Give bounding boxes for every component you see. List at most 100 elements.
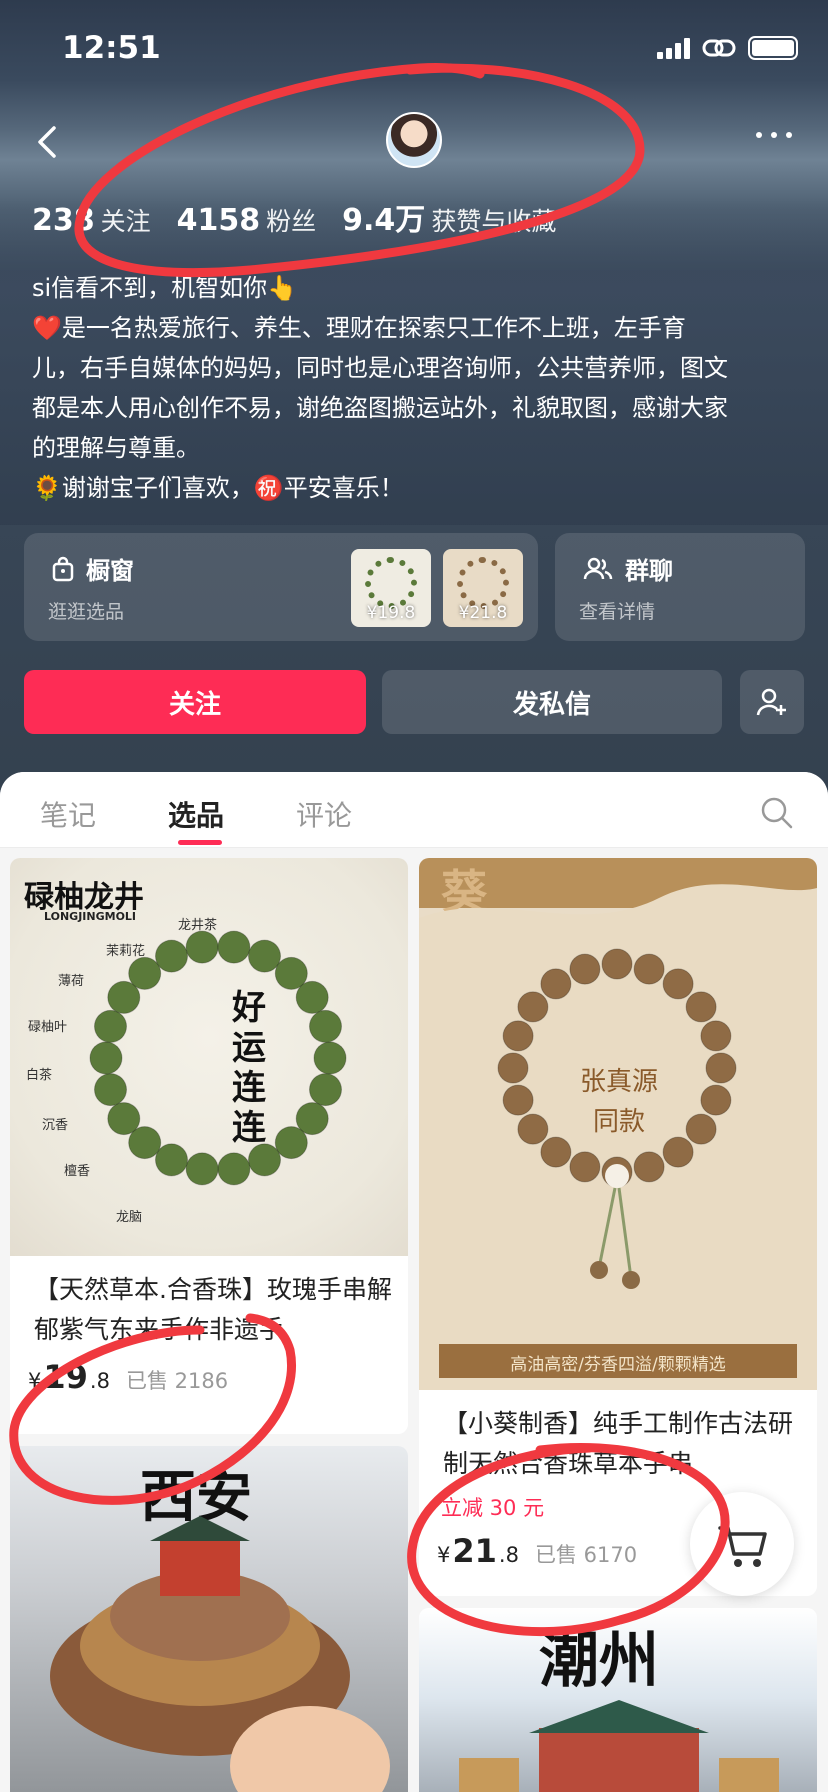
tab-products[interactable]: 选品	[168, 794, 224, 834]
product-card[interactable]: 碌柚龙井 LONGJINGMOLI 龙井茶 茉莉花 薄荷 碌柚叶 白茶 沉香 檀…	[10, 858, 408, 1434]
add-friend-icon	[756, 688, 786, 716]
bead	[185, 1152, 219, 1186]
bead	[517, 991, 549, 1023]
shop-thumb-1[interactable]: ¥19.8	[351, 549, 431, 627]
bead	[540, 1136, 572, 1168]
follow-button[interactable]: 关注	[24, 670, 366, 734]
stat-following-count: 238	[32, 203, 95, 238]
shop-thumb-1-price: ¥19.8	[366, 603, 416, 623]
product-price: ¥19.8 已售 2186	[28, 1358, 228, 1396]
shop-window-label: 橱窗	[86, 557, 134, 585]
stat-following[interactable]: 238 关注	[32, 202, 151, 238]
product-image: 碌柚龙井 LONGJINGMOLI 龙井茶 茉莉花 薄荷 碌柚叶 白茶 沉香 檀…	[10, 858, 408, 1256]
profile-tabs: 笔记 选品 评论	[0, 772, 828, 848]
bio-line: si信看不到，机智如你👆	[32, 274, 298, 302]
more-options-icon[interactable]	[756, 132, 792, 138]
bead	[94, 1073, 127, 1107]
link-icon	[702, 39, 736, 57]
status-bar: 12:51	[0, 0, 828, 100]
stat-followers-count: 4158	[176, 203, 261, 238]
bead	[700, 1020, 732, 1052]
bead	[295, 980, 329, 1014]
stat-followers[interactable]: 4158 粉丝	[177, 202, 317, 238]
shopping-bag-icon	[52, 556, 74, 581]
bead	[502, 1084, 534, 1116]
avatar[interactable]	[386, 112, 442, 168]
price-integer: 19	[43, 1358, 88, 1396]
bead	[705, 1052, 737, 1084]
cart-button[interactable]	[690, 1492, 794, 1596]
bracelet-thumb-image	[365, 557, 417, 609]
price-currency: ¥	[437, 1543, 451, 1567]
shop-window-title: 橱窗	[52, 551, 134, 586]
profile-stats: 238 关注 4158 粉丝 9.4万 获赞与收藏	[32, 195, 556, 239]
stat-following-label: 关注	[100, 207, 151, 236]
bead	[155, 1143, 188, 1177]
stat-likes[interactable]: 9.4万 获赞与收藏	[342, 195, 556, 239]
price-integer: 21	[452, 1532, 497, 1570]
price-currency: ¥	[28, 1369, 42, 1393]
status-time: 12:51	[62, 30, 161, 66]
bead	[633, 953, 665, 985]
sold-count: 已售 2186	[125, 1369, 229, 1393]
group-chat-icon	[583, 557, 613, 579]
product-image-banner: 高油高密/芬香四溢/颗颗精选	[510, 1355, 726, 1375]
bead	[685, 1113, 717, 1145]
bead	[248, 939, 281, 973]
bead	[107, 1102, 141, 1136]
product-card[interactable]: 西安	[10, 1446, 408, 1792]
bead	[601, 948, 633, 980]
price-decimal: .8	[89, 1369, 110, 1393]
product-image: 西安	[10, 1446, 408, 1792]
bead	[274, 1126, 308, 1160]
back-icon[interactable]	[30, 122, 70, 162]
sold-count: 已售 6170	[534, 1543, 638, 1567]
discount-badge: 立减 30 元	[441, 1496, 545, 1520]
tab-comments[interactable]: 评论	[296, 794, 352, 834]
stat-likes-label: 获赞与收藏	[431, 207, 557, 236]
bead	[94, 1009, 127, 1043]
bead	[217, 930, 251, 964]
group-chat-card[interactable]: 群聊 查看详情	[555, 533, 805, 641]
bead	[633, 1151, 665, 1183]
magnet-souvenir-image	[459, 1700, 779, 1792]
shop-thumb-2[interactable]: ¥21.8	[443, 549, 523, 627]
profile-content: 笔记 选品 评论 碌柚龙井 LONGJINGMOLI 龙井茶 茉莉花 薄荷 碌柚…	[0, 772, 828, 1792]
bead	[502, 1020, 534, 1052]
bead	[517, 1113, 549, 1145]
product-title: 【天然草本.合香珠】玫瑰手串解郁紫气东来手作非遗手	[34, 1275, 392, 1344]
bead	[248, 1143, 281, 1177]
bead	[89, 1041, 123, 1075]
bead	[155, 939, 188, 973]
bio-line: 儿，右手自媒体的妈妈，同时也是心理咨询师，公共营养师，图文	[32, 354, 728, 382]
bead	[185, 930, 219, 964]
bead	[309, 1009, 342, 1043]
bead	[700, 1084, 732, 1116]
group-chat-subtitle: 查看详情	[579, 601, 656, 623]
add-friend-button[interactable]	[740, 670, 804, 734]
status-icons	[657, 36, 798, 60]
product-card[interactable]: 葵 张真源同款 高油高密/芬香四溢/颗颗精选 【小葵制香】纯手工制作古法研制天然…	[419, 858, 817, 1596]
bio-line: 都是本人用心创作不易，谢绝盗图搬运站外，礼貌取图，感谢大家	[32, 394, 728, 422]
message-button[interactable]: 发私信	[382, 670, 722, 734]
profile-bio: si信看不到，机智如你👆 ❤️是一名热爱旅行、养生、理财在探索只工作不上班，左手…	[32, 268, 802, 508]
search-icon[interactable]	[760, 796, 794, 830]
bio-line: 的理解与尊重。	[32, 434, 200, 462]
group-chat-title: 群聊	[583, 551, 673, 586]
product-card[interactable]: 潮州	[419, 1608, 817, 1792]
product-image: 潮州	[419, 1608, 817, 1792]
product-price: ¥21.8 已售 6170	[437, 1532, 637, 1570]
tab-notes[interactable]: 笔记	[40, 794, 96, 834]
bead	[217, 1152, 251, 1186]
profile-header: 12:51 238 关注 4158 粉丝 9.4万 获赞与收藏 si信看不到，机智如你…	[0, 0, 828, 800]
bead	[497, 1052, 529, 1084]
shop-window-subtitle: 逛逛选品	[48, 601, 125, 623]
product-image: 葵 张真源同款 高油高密/芬香四溢/颗颗精选	[419, 858, 817, 1390]
price-decimal: .8	[498, 1543, 519, 1567]
active-tab-indicator	[178, 840, 222, 845]
shop-window-card[interactable]: 橱窗 逛逛选品 ¥19.8 ¥21.8	[24, 533, 538, 641]
profile-cards: 橱窗 逛逛选品 ¥19.8 ¥21.8 群聊 查看详情	[24, 533, 805, 641]
stat-followers-label: 粉丝	[266, 207, 317, 236]
product-image-slogan: 好运连连	[232, 988, 266, 1148]
bracelet-image	[89, 930, 347, 1186]
